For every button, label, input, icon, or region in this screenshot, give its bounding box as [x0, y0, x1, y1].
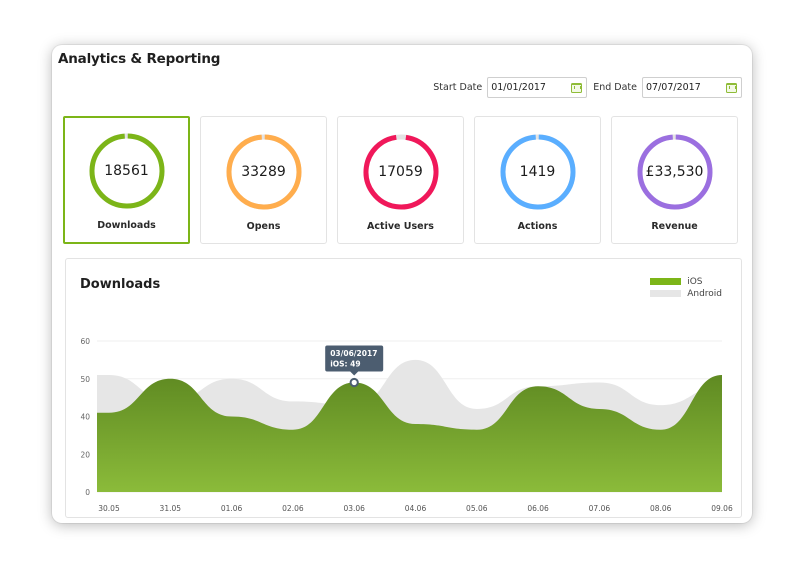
calendar-icon[interactable] [726, 82, 737, 93]
chart-title: Downloads [80, 277, 161, 292]
metric-value: £33,530 [645, 164, 704, 180]
metric-value: 1419 [519, 164, 556, 180]
data-point-android[interactable] [167, 398, 173, 404]
metric-card-opens[interactable]: 33289 Opens [200, 116, 327, 244]
metric-label: Revenue [651, 221, 698, 232]
data-point-android[interactable] [229, 376, 235, 382]
start-date-value: 01/01/2017 [491, 82, 546, 93]
tooltip-date: 03/06/2017 [330, 349, 377, 358]
x-tick-label: 06.06 [527, 504, 549, 513]
metric-cards: 18561 Downloads 33289 Opens 17059 Active User… [63, 116, 738, 244]
legend-swatch-android [650, 290, 682, 297]
start-date-label: Start Date [433, 82, 483, 93]
x-tick-label: 30.05 [98, 504, 120, 513]
data-point-android[interactable] [474, 406, 480, 412]
data-point-android[interactable] [535, 383, 541, 389]
metric-ring: 1419 [498, 132, 578, 212]
date-filter: Start Date 01/01/2017 End Date 07/07/201… [433, 77, 742, 98]
end-date-value: 07/07/2017 [646, 82, 701, 93]
x-tick-label: 09.06 [711, 504, 733, 513]
x-tick-label: 02.06 [282, 504, 304, 513]
calendar-icon[interactable] [571, 82, 583, 93]
metric-ring: 33289 [224, 132, 304, 212]
x-tick-label: 03.06 [343, 504, 365, 513]
page-title: Analytics & Reporting [58, 51, 221, 67]
chart-legend: iOS Android [650, 276, 722, 300]
tooltip-arrow [350, 371, 359, 376]
metric-card-downloads[interactable]: 18561 Downloads [63, 116, 190, 244]
data-point-android[interactable] [719, 383, 725, 389]
data-point-android[interactable] [351, 402, 357, 408]
tooltip-value: iOS: 49 [330, 360, 360, 369]
data-point-android[interactable] [658, 402, 664, 408]
metric-card-actions[interactable]: 1419 Actions [474, 116, 601, 244]
y-tick-label: 60 [80, 337, 90, 346]
metric-value: 33289 [241, 164, 286, 180]
x-tick-label: 01.06 [221, 504, 243, 513]
data-point-android[interactable] [413, 357, 419, 363]
data-point-android[interactable] [596, 380, 602, 386]
legend-item-android[interactable]: Android [650, 288, 722, 299]
metric-label: Downloads [97, 220, 156, 231]
x-tick-label: 31.05 [160, 504, 182, 513]
end-date-input[interactable]: 07/07/2017 [642, 77, 742, 98]
y-tick-label: 40 [80, 413, 90, 422]
x-tick-label: 08.06 [650, 504, 672, 513]
data-point-android[interactable] [290, 398, 296, 404]
downloads-chart: 0 20 40 50 60 30.05 31.05 01.06 02.06 03.06 04.06 0… [80, 337, 733, 513]
legend-swatch-ios [650, 278, 682, 285]
data-point-android[interactable] [106, 372, 112, 378]
legend-label-android: Android [687, 288, 722, 299]
metric-ring: £33,530 [635, 132, 715, 212]
metric-value: 17059 [378, 164, 423, 180]
metric-label: Actions [517, 221, 558, 232]
y-tick-label: 0 [85, 488, 90, 497]
y-tick-label: 20 [80, 450, 90, 459]
metric-ring: 17059 [361, 132, 441, 212]
metric-card-revenue[interactable]: £33,530 Revenue [611, 116, 738, 244]
data-point-ios[interactable] [290, 427, 296, 433]
metric-ring: 18561 [87, 131, 167, 211]
tooltip-marker[interactable] [349, 377, 359, 388]
metric-label: Opens [246, 221, 281, 232]
data-point-ios[interactable] [106, 410, 112, 416]
data-point-ios[interactable] [413, 421, 419, 427]
metric-card-active-users[interactable]: 17059 Active Users [337, 116, 464, 244]
legend-label-ios: iOS [687, 276, 703, 287]
data-point-ios[interactable] [167, 376, 173, 382]
y-tick-label: 50 [80, 375, 90, 384]
legend-item-ios[interactable]: iOS [650, 276, 722, 287]
end-date-label: End Date [593, 82, 637, 93]
data-point-ios[interactable] [719, 372, 725, 378]
analytics-window: Analytics & Reporting Start Date 01/01/2… [52, 45, 752, 523]
data-point-ios[interactable] [596, 406, 602, 412]
data-point-ios[interactable] [474, 427, 480, 433]
data-point-ios[interactable] [229, 414, 235, 420]
start-date-input[interactable]: 01/01/2017 [487, 77, 588, 98]
metric-label: Active Users [367, 221, 434, 232]
downloads-chart-panel: 0 20 40 50 60 30.05 31.05 01.06 02.06 03.06 04.06 0… [65, 258, 742, 518]
x-tick-label: 04.06 [405, 504, 427, 513]
metric-value: 18561 [104, 163, 149, 179]
data-point-ios[interactable] [658, 427, 664, 433]
x-tick-label: 07.06 [589, 504, 611, 513]
x-tick-label: 05.06 [466, 504, 488, 513]
